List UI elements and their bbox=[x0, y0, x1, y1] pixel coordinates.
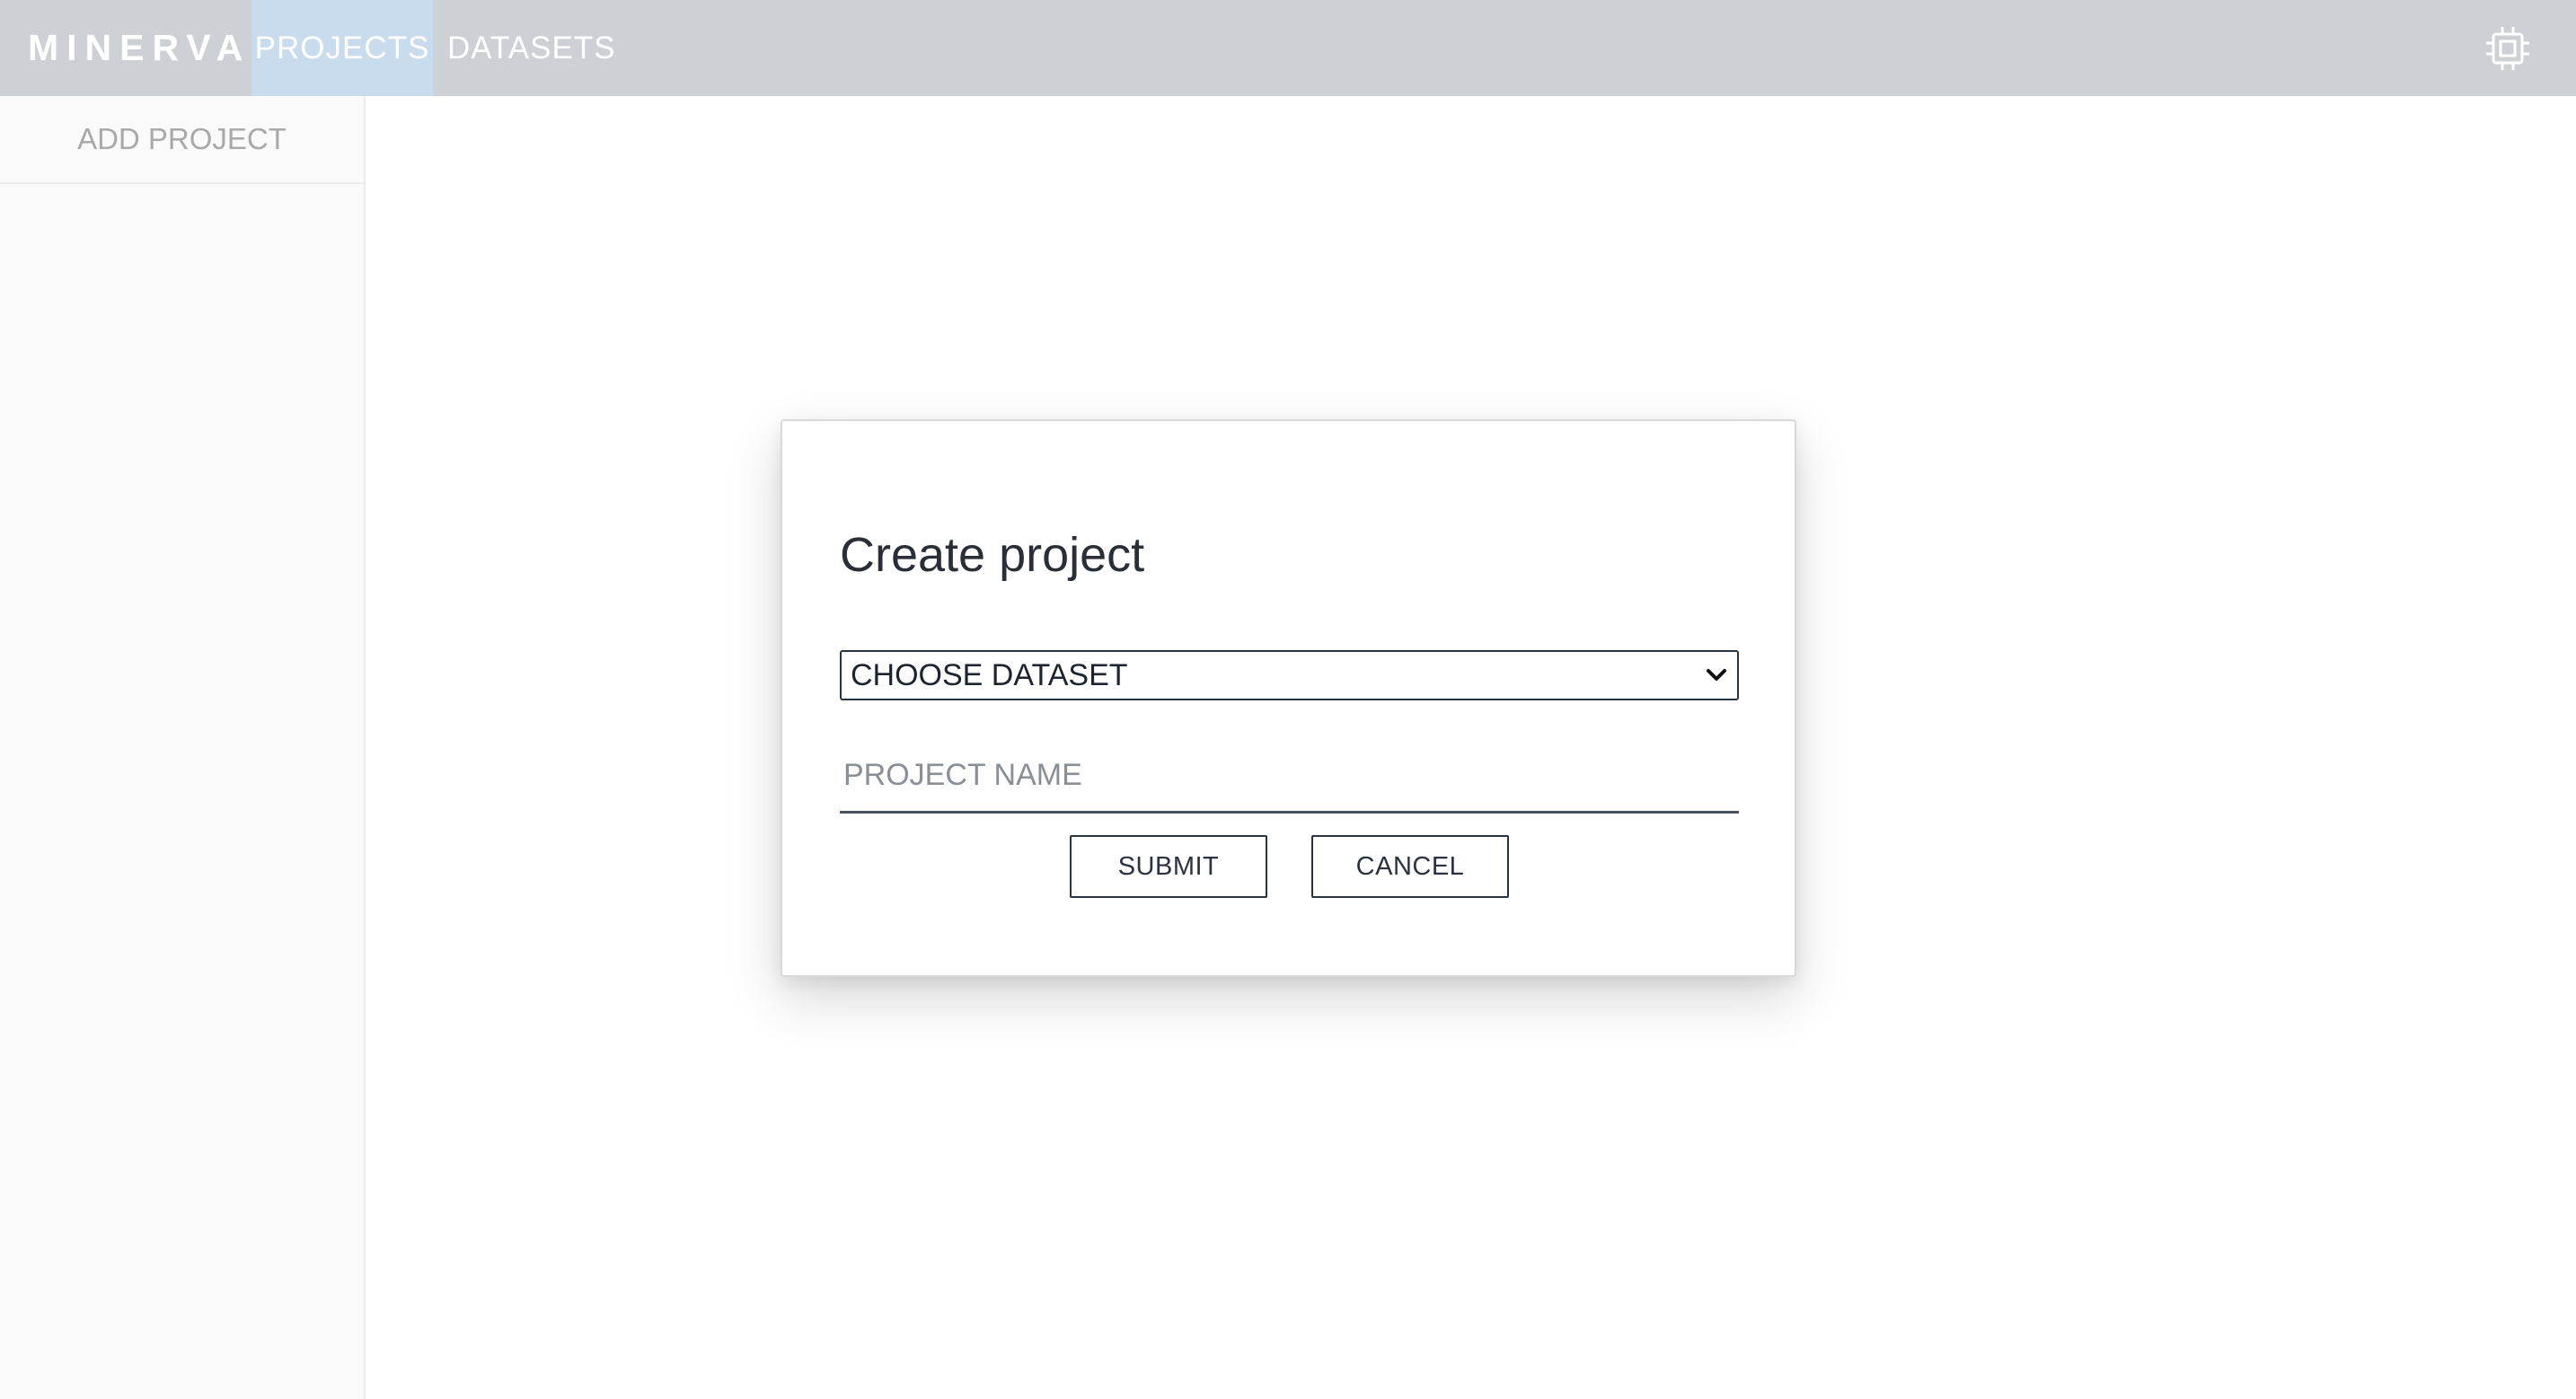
dialog-title: Create project bbox=[840, 528, 1145, 582]
tab-datasets[interactable]: DATASETS bbox=[433, 0, 631, 96]
cpu-chip-icon bbox=[2486, 26, 2529, 70]
sidebar: ADD PROJECT bbox=[0, 96, 366, 1399]
settings-button[interactable] bbox=[2475, 0, 2540, 96]
cancel-button[interactable]: CANCEL bbox=[1311, 835, 1509, 898]
add-project-button[interactable]: ADD PROJECT bbox=[0, 96, 364, 184]
create-project-dialog: Create project CHOOSE DATASET SUBMIT CAN… bbox=[781, 419, 1796, 977]
tab-projects[interactable]: PROJECTS bbox=[251, 0, 433, 96]
chevron-down-icon bbox=[1707, 669, 1726, 681]
app-logo[interactable]: MINERVA bbox=[0, 0, 251, 96]
dataset-select[interactable]: CHOOSE DATASET bbox=[840, 650, 1739, 700]
project-name-input[interactable] bbox=[840, 740, 1739, 814]
submit-button[interactable]: SUBMIT bbox=[1070, 835, 1267, 898]
dataset-select-value: CHOOSE DATASET bbox=[851, 657, 1128, 692]
top-nav-bar: MINERVA PROJECTS DATASETS bbox=[0, 0, 2576, 96]
